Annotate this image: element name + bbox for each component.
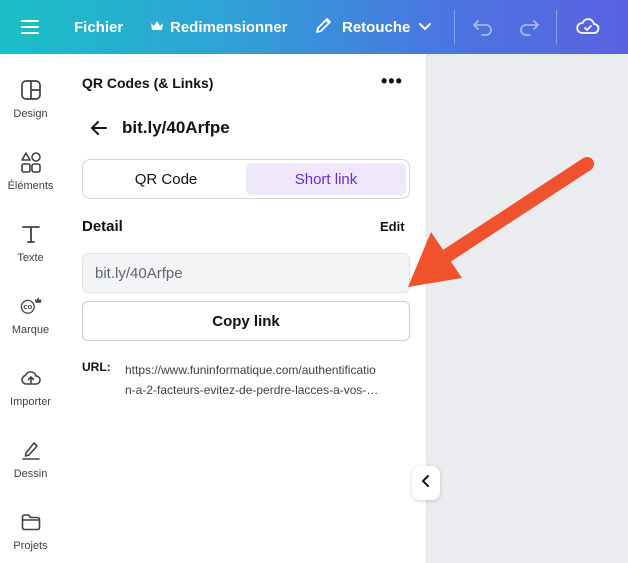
redo-icon[interactable] bbox=[518, 0, 540, 54]
top-toolbar: Fichier Redimensionner Retouche bbox=[0, 0, 628, 54]
rail-item-text[interactable]: Texte bbox=[0, 222, 61, 264]
svg-text:CO: CO bbox=[23, 305, 32, 311]
elements-icon bbox=[19, 150, 43, 174]
pencil-icon bbox=[314, 15, 334, 39]
panel-title: QR Codes (& Links) bbox=[82, 75, 214, 91]
rail-label: Importer bbox=[10, 396, 51, 408]
url-line: https://www.funinformatique.com/authenti… bbox=[125, 363, 376, 377]
rail-item-projects[interactable]: Projets bbox=[0, 510, 61, 552]
resize-button[interactable]: Redimensionner bbox=[150, 0, 288, 54]
cloud-check-icon[interactable] bbox=[576, 0, 600, 54]
undo-icon[interactable] bbox=[472, 0, 494, 54]
rail-item-design[interactable]: Design bbox=[0, 78, 61, 120]
qr-links-panel: QR Codes (& Links) ••• bit.ly/40Arfpe QR… bbox=[61, 54, 427, 563]
upload-icon bbox=[19, 366, 43, 390]
rail-item-draw[interactable]: Dessin bbox=[0, 438, 61, 480]
retouche-button[interactable]: Retouche bbox=[314, 0, 432, 54]
side-rail: Design Éléments Texte CO Marque Importer… bbox=[0, 54, 61, 563]
file-menu-label: Fichier bbox=[74, 18, 124, 36]
rail-item-brand[interactable]: CO Marque bbox=[0, 294, 61, 336]
toolbar-divider bbox=[556, 10, 557, 44]
link-heading: bit.ly/40Arfpe bbox=[122, 118, 230, 137]
menu-icon[interactable] bbox=[20, 0, 40, 54]
folder-icon bbox=[19, 510, 43, 534]
design-icon bbox=[19, 78, 43, 102]
more-options-icon[interactable]: ••• bbox=[381, 72, 403, 90]
rail-label: Projets bbox=[13, 540, 48, 552]
rail-label: Dessin bbox=[13, 468, 48, 480]
draw-icon bbox=[19, 438, 43, 462]
rail-label: Texte bbox=[17, 252, 44, 264]
rail-item-upload[interactable]: Importer bbox=[0, 366, 61, 408]
copy-link-button[interactable]: Copy link bbox=[82, 301, 410, 341]
rail-label: Design bbox=[13, 108, 48, 120]
mode-tabs: QR Code Short link bbox=[82, 159, 410, 199]
chevron-left-icon bbox=[421, 474, 431, 493]
url-label: URL: bbox=[82, 360, 111, 374]
url-line: n-a-2-facteurs-evitez-de-perdre-lacces-a… bbox=[125, 383, 379, 397]
crown-icon bbox=[150, 19, 164, 36]
tab-short-link[interactable]: Short link bbox=[246, 163, 406, 195]
file-menu-button[interactable]: Fichier bbox=[74, 0, 123, 54]
rail-label: Marque bbox=[11, 324, 50, 336]
text-icon bbox=[19, 222, 43, 246]
retouche-label: Retouche bbox=[342, 18, 411, 36]
short-link-field[interactable]: bit.ly/40Arfpe bbox=[82, 253, 410, 293]
resize-label: Redimensionner bbox=[170, 18, 288, 36]
brand-icon: CO bbox=[19, 294, 43, 318]
collapse-panel-button[interactable] bbox=[412, 466, 440, 500]
back-arrow-icon[interactable] bbox=[89, 118, 109, 138]
chevron-down-icon bbox=[418, 19, 432, 36]
url-value: https://www.funinformatique.com/authenti… bbox=[125, 360, 413, 400]
toolbar-divider bbox=[454, 10, 455, 44]
canvas-area[interactable] bbox=[428, 54, 628, 563]
tab-qr-code[interactable]: QR Code bbox=[86, 163, 246, 195]
detail-label: Detail bbox=[82, 218, 123, 235]
rail-item-elements[interactable]: Éléments bbox=[0, 150, 61, 192]
edit-button[interactable]: Edit bbox=[380, 219, 405, 234]
rail-label: Éléments bbox=[7, 180, 54, 192]
